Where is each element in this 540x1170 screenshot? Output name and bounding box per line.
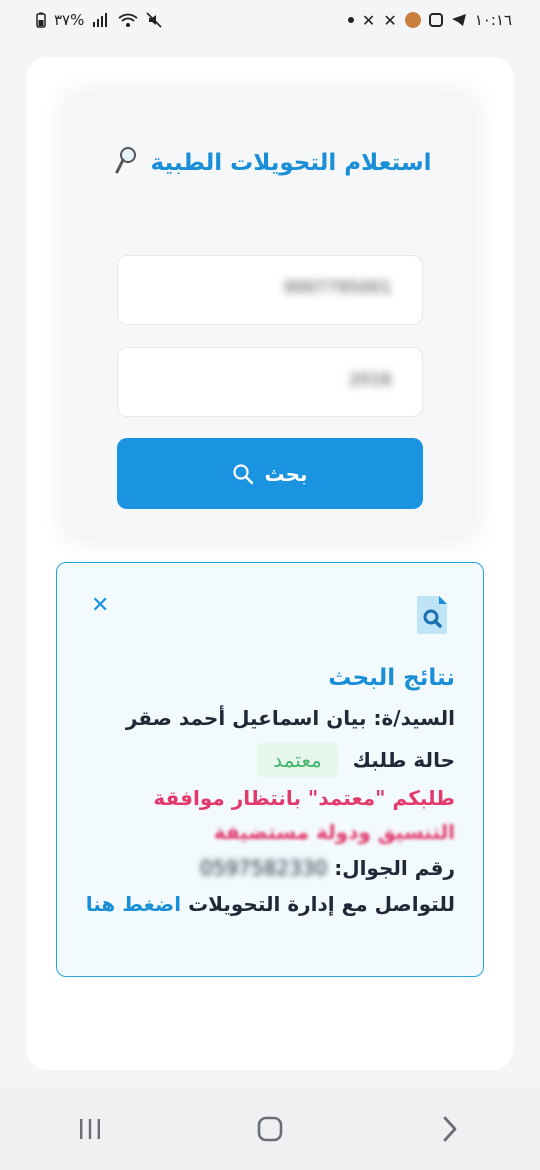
status-label: حالة طلبك — [352, 748, 455, 772]
results-panel: ✕ نتائج البحث السيد/ة: بيان اسماعيل أحمد… — [56, 562, 484, 977]
phone-value: 0597582330 — [200, 856, 328, 880]
signal-icon — [93, 13, 108, 27]
id-number-value: 0007795001 — [283, 278, 392, 298]
recent-apps-icon — [80, 1119, 100, 1139]
page-title: استعلام التحويلات الطبية — [92, 146, 448, 179]
status-right: ✕ ✕ ١٠:١٦ — [347, 10, 512, 30]
phone-row: رقم الجوال: 0597582330 — [77, 853, 455, 883]
search-button[interactable]: بحث — [117, 438, 423, 509]
mute-icon — [146, 12, 162, 28]
contact-text: للتواصل مع إدارة التحويلات — [188, 892, 455, 916]
name-label: السيد/ة: — [373, 706, 455, 730]
phone-label: رقم الجوال: — [334, 856, 455, 880]
status-row: حالة طلبك معتمد — [77, 743, 455, 777]
message-line-2-text: التنسيق ودولة مستضيفة — [213, 820, 455, 844]
telegram-icon — [451, 14, 466, 26]
search-button-label: بحث — [264, 461, 308, 486]
status-bar: ٣٧% ✕ ✕ ١٠:١٦ — [0, 0, 540, 40]
back-icon — [443, 1116, 457, 1142]
recent-apps-button[interactable] — [60, 1099, 120, 1159]
year-field[interactable]: 2016 — [117, 347, 423, 417]
page-title-text: استعلام التحويلات الطبية — [150, 150, 432, 176]
search-icon — [233, 463, 254, 484]
clock: ١٠:١٦ — [474, 11, 512, 29]
contact-link[interactable]: اضغط هنا — [86, 892, 181, 916]
contact-row: للتواصل مع إدارة التحويلات اضغط هنا — [77, 889, 455, 919]
home-icon — [257, 1116, 283, 1142]
back-button[interactable] — [420, 1099, 480, 1159]
name-row: السيد/ة: بيان اسماعيل أحمد صقر — [77, 703, 455, 733]
id-number-field[interactable]: 0007795001 — [117, 255, 423, 325]
message-line-2: التنسيق ودولة مستضيفة — [77, 817, 455, 847]
x-app-icon: ✕ — [361, 10, 376, 30]
name-value: بيان اسماعيل أحمد صقر — [125, 706, 367, 730]
wifi-icon — [118, 13, 138, 27]
close-icon[interactable]: ✕ — [91, 595, 109, 617]
home-button[interactable] — [240, 1099, 300, 1159]
x-app-icon-2: ✕ — [383, 10, 397, 30]
message-line-1: طلبكم "معتمد" بانتظار موافقة — [153, 786, 455, 810]
record-icon — [428, 13, 443, 27]
system-nav-bar — [0, 1088, 540, 1170]
results-title: نتائج البحث — [328, 665, 455, 691]
year-value: 2016 — [348, 370, 392, 390]
notification-dot — [347, 17, 354, 23]
app-avatar-icon — [404, 12, 421, 28]
status-left: ٣٧% — [36, 11, 162, 29]
status-badge: معتمد — [257, 743, 338, 777]
battery-level: ٣٧% — [54, 11, 85, 29]
magnifier-icon — [115, 147, 136, 174]
file-search-icon — [417, 596, 447, 634]
battery-icon — [36, 12, 46, 28]
